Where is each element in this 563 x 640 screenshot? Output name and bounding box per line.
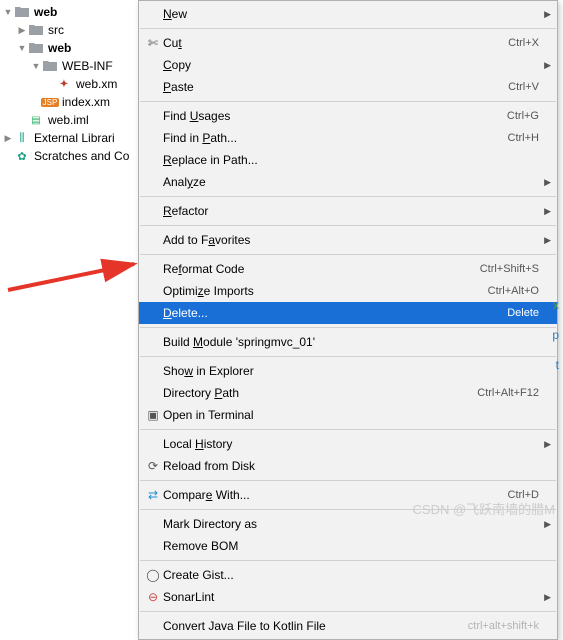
menu-convert-kotlin[interactable]: Convert Java File to Kotlin Filectrl+alt… bbox=[139, 615, 557, 637]
tree-label: WEB-INF bbox=[62, 59, 113, 73]
folder-icon bbox=[28, 40, 44, 56]
menu-show-in-explorer[interactable]: Show in Explorer bbox=[139, 360, 557, 382]
tree-label: External Librari bbox=[34, 131, 115, 145]
menu-find-usages[interactable]: Find UsagesCtrl+G bbox=[139, 105, 557, 127]
menu-copy[interactable]: Copy▶ bbox=[139, 54, 557, 76]
folder-icon bbox=[42, 58, 58, 74]
reload-icon: ⟳ bbox=[143, 459, 163, 473]
tree-label: Scratches and Co bbox=[34, 149, 129, 163]
libraries-icon: ⫼ bbox=[14, 130, 30, 146]
menu-sonarlint[interactable]: ⊖SonarLint▶ bbox=[139, 586, 557, 608]
tree-label: web bbox=[48, 41, 71, 55]
menu-separator bbox=[140, 611, 556, 612]
editor-char: x bbox=[553, 298, 559, 312]
menu-separator bbox=[140, 196, 556, 197]
menu-separator bbox=[140, 356, 556, 357]
menu-separator bbox=[140, 101, 556, 102]
editor-char: p bbox=[552, 328, 559, 342]
tree-label: index.xm bbox=[62, 95, 110, 109]
iml-file-icon: ▤ bbox=[28, 112, 44, 128]
folder-icon bbox=[14, 4, 30, 20]
menu-analyze[interactable]: Analyze▶ bbox=[139, 171, 557, 193]
annotation-arrow bbox=[6, 202, 146, 302]
menu-refactor[interactable]: Refactor▶ bbox=[139, 200, 557, 222]
menu-delete[interactable]: Delete...Delete bbox=[139, 302, 557, 324]
context-menu: New▶ ✄CutCtrl+X Copy▶ PasteCtrl+V Find U… bbox=[138, 0, 558, 640]
tree-label: src bbox=[48, 23, 64, 37]
menu-local-history[interactable]: Local History▶ bbox=[139, 433, 557, 455]
terminal-icon: ▣ bbox=[143, 408, 163, 422]
watermark: CSDN @飞跃南墙的腊M bbox=[413, 499, 555, 518]
jsp-file-icon: JSP bbox=[42, 94, 58, 110]
menu-reload-from-disk[interactable]: ⟳Reload from Disk bbox=[139, 455, 557, 477]
menu-remove-bom[interactable]: Remove BOM bbox=[139, 535, 557, 557]
menu-reformat-code[interactable]: Reformat CodeCtrl+Shift+S bbox=[139, 258, 557, 280]
compare-icon: ⇄ bbox=[143, 488, 163, 502]
editor-char: t bbox=[556, 358, 559, 372]
menu-separator bbox=[140, 327, 556, 328]
menu-cut[interactable]: ✄CutCtrl+X bbox=[139, 32, 557, 54]
github-icon: ◯ bbox=[143, 568, 163, 582]
tree-label: web bbox=[34, 5, 57, 19]
menu-find-in-path[interactable]: Find in Path...Ctrl+H bbox=[139, 127, 557, 149]
menu-separator bbox=[140, 254, 556, 255]
menu-replace-in-path[interactable]: Replace in Path... bbox=[139, 149, 557, 171]
xml-file-icon: ✦ bbox=[56, 76, 72, 92]
menu-add-favorites[interactable]: Add to Favorites▶ bbox=[139, 229, 557, 251]
tree-label: web.iml bbox=[48, 113, 89, 127]
menu-separator bbox=[140, 480, 556, 481]
sonarlint-icon: ⊖ bbox=[143, 590, 163, 604]
menu-paste[interactable]: PasteCtrl+V bbox=[139, 76, 557, 98]
menu-create-gist[interactable]: ◯Create Gist... bbox=[139, 564, 557, 586]
menu-separator bbox=[140, 560, 556, 561]
folder-icon bbox=[28, 22, 44, 38]
scratches-icon: ✿ bbox=[14, 148, 30, 164]
menu-separator bbox=[140, 429, 556, 430]
cut-icon: ✄ bbox=[143, 36, 163, 50]
menu-separator bbox=[140, 225, 556, 226]
menu-open-in-terminal[interactable]: ▣Open in Terminal bbox=[139, 404, 557, 426]
menu-separator bbox=[140, 28, 556, 29]
menu-build-module[interactable]: Build Module 'springmvc_01' bbox=[139, 331, 557, 353]
tree-label: web.xm bbox=[76, 77, 117, 91]
menu-directory-path[interactable]: Directory PathCtrl+Alt+F12 bbox=[139, 382, 557, 404]
menu-optimize-imports[interactable]: Optimize ImportsCtrl+Alt+O bbox=[139, 280, 557, 302]
menu-new[interactable]: New▶ bbox=[139, 3, 557, 25]
